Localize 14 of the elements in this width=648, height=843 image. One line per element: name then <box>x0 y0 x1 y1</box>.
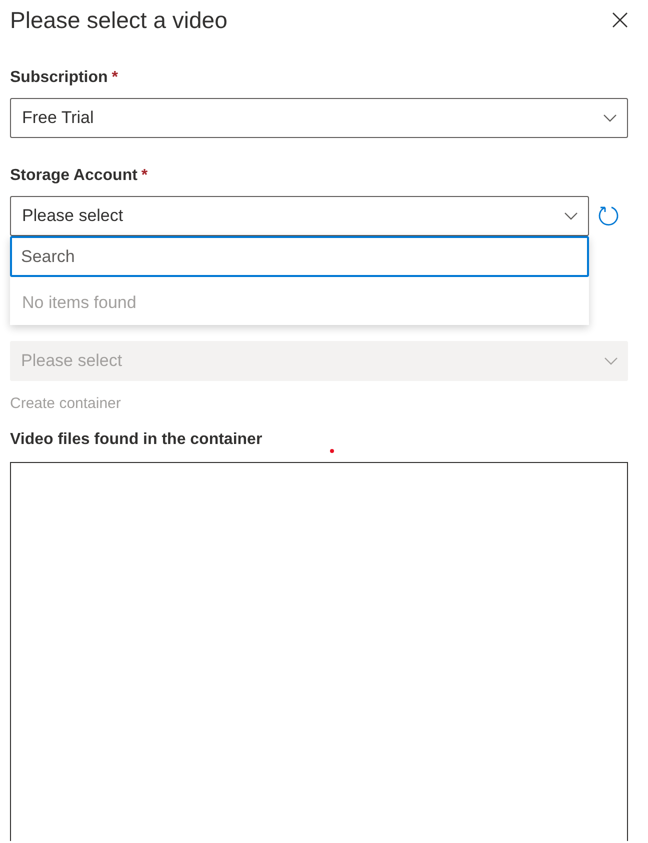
field-label: Subscription * <box>10 68 120 88</box>
refresh-icon[interactable] <box>596 204 620 228</box>
list-label: Video files found in the container <box>10 430 262 450</box>
empty-message: No items found <box>21 292 138 314</box>
dropdown[interactable]: Free Trial <box>10 98 628 138</box>
close-icon[interactable] <box>612 12 628 28</box>
chevron-down-icon <box>603 114 617 122</box>
chevron-down-icon <box>564 212 578 220</box>
search-field[interactable]: Search <box>10 236 589 277</box>
dot-mark <box>330 449 334 453</box>
field-label: Storage Account * <box>10 166 149 186</box>
chevron-down-icon <box>604 357 618 365</box>
dialog-title: Please select a video <box>10 6 228 34</box>
dropdown[interactable]: Please select <box>10 196 589 236</box>
